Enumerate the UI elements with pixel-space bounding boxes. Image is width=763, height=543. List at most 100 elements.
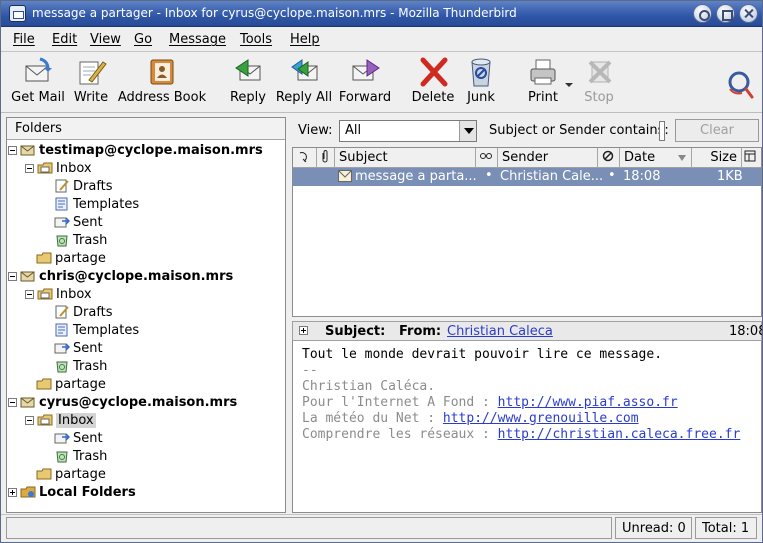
menu-tools[interactable]: Tools — [240, 32, 272, 47]
read-column[interactable] — [476, 148, 498, 168]
menu-go[interactable]: Go — [134, 32, 152, 47]
envelope-icon — [338, 170, 352, 182]
reply-all-button[interactable]: Reply All — [274, 56, 334, 110]
subject-label: Subject: — [325, 324, 386, 339]
clear-button[interactable]: Clear — [675, 119, 759, 142]
expand-header-icon[interactable] — [299, 326, 308, 335]
delete-icon — [420, 57, 448, 87]
sort-descending-icon — [678, 155, 686, 161]
folder-inbox[interactable]: Inbox — [25, 285, 92, 303]
date-column-header[interactable]: Date — [620, 148, 692, 168]
forward-icon — [352, 59, 380, 81]
close-window-button[interactable] — [739, 4, 758, 23]
expand-icon[interactable] — [8, 487, 17, 497]
mail-account-icon — [20, 271, 35, 282]
chevron-down-icon[interactable] — [459, 121, 476, 141]
delete-button[interactable]: Delete — [411, 56, 455, 110]
status-bar: Unread: 0 Total: 1 — [1, 514, 762, 542]
row-junk-dot: • — [608, 168, 616, 183]
signature-link[interactable]: http://christian.caleca.free.fr — [498, 427, 741, 442]
reply-button[interactable]: Reply — [226, 56, 270, 110]
collapse-icon[interactable] — [8, 397, 17, 407]
inbox-icon — [37, 162, 53, 174]
menu-edit[interactable]: Edit — [52, 32, 77, 47]
folder-trash[interactable]: Trash — [54, 231, 107, 249]
folder-trash[interactable]: Trash — [54, 357, 107, 375]
column-picker[interactable] — [742, 148, 761, 168]
total-count: Total: 1 — [695, 517, 757, 539]
menu-view[interactable]: View — [90, 32, 121, 47]
row-subject: message a parta... — [355, 169, 477, 184]
signature-link[interactable]: http://www.piaf.asso.fr — [498, 395, 678, 410]
folder-pane-header: Folders — [7, 118, 285, 140]
signature-separator: -- — [302, 363, 318, 378]
folder-partage[interactable]: partage — [36, 375, 106, 393]
trash-icon — [56, 361, 68, 373]
folder-sent[interactable]: Sent — [54, 213, 103, 231]
address-book-button[interactable]: Address Book — [115, 56, 209, 110]
row-date: 18:08 — [623, 169, 661, 184]
thread-column[interactable] — [293, 148, 317, 168]
read-status-icon — [480, 153, 492, 159]
address-book-icon — [150, 59, 174, 85]
write-button[interactable]: Write — [71, 56, 111, 110]
folder-sent[interactable]: Sent — [54, 339, 103, 357]
folder-templates[interactable]: Templates — [54, 195, 139, 213]
menu-help[interactable]: Help — [290, 32, 320, 47]
folder-partage[interactable]: partage — [36, 249, 106, 267]
from-label: From: — [399, 324, 442, 339]
folder-partage[interactable]: partage — [36, 465, 106, 483]
print-dropdown-chevron-icon[interactable] — [565, 83, 573, 87]
menu-message[interactable]: Message — [169, 32, 226, 47]
maximize-button[interactable] — [716, 4, 735, 23]
stop-icon — [588, 60, 612, 84]
view-label: View: — [298, 123, 333, 138]
folder-inbox[interactable]: Inbox — [25, 411, 96, 429]
subject-column-header[interactable]: Subject — [335, 148, 476, 168]
folder-local-folders[interactable]: Local Folders — [8, 483, 136, 501]
view-select[interactable]: All — [339, 120, 477, 142]
thread-icon — [299, 152, 307, 163]
collapse-icon[interactable] — [25, 289, 34, 299]
stop-button[interactable]: Stop — [579, 56, 619, 110]
junk-column[interactable] — [598, 148, 620, 168]
thread-pane: Subject Sender Date Size message a parta… — [292, 147, 762, 317]
folder-icon — [36, 252, 52, 264]
folder-trash[interactable]: Trash — [54, 447, 107, 465]
signature-link[interactable]: http://www.grenouille.com — [443, 411, 639, 426]
signature-line: La météo du Net : http://www.grenouille.… — [302, 411, 639, 426]
size-column-header[interactable]: Size — [692, 148, 742, 168]
menu-bar: File Edit View Go Message Tools Help — [1, 28, 762, 52]
collapse-icon[interactable] — [8, 271, 17, 281]
collapse-icon[interactable] — [25, 163, 34, 173]
search-input[interactable] — [659, 121, 665, 141]
folder-inbox[interactable]: Inbox — [25, 159, 92, 177]
folder-sent[interactable]: Sent — [54, 429, 103, 447]
from-link[interactable]: Christian Caleca — [447, 324, 553, 339]
trash-icon — [56, 451, 68, 463]
title-bar: message a partager - Inbox for cyrus@cyc… — [1, 1, 762, 27]
collapse-icon[interactable] — [8, 145, 17, 155]
folder-drafts[interactable]: Drafts — [54, 303, 113, 321]
junk-button[interactable]: Junk — [461, 56, 501, 110]
forward-button[interactable]: Forward — [338, 56, 392, 110]
signature-name: Christian Caléca. — [302, 379, 436, 394]
print-button[interactable]: Print — [521, 56, 565, 110]
templates-icon — [55, 197, 68, 211]
minimize-button[interactable] — [693, 4, 712, 23]
get-mail-button[interactable]: Get Mail — [9, 56, 67, 110]
menu-file[interactable]: File — [13, 32, 35, 47]
folder-account[interactable]: testimap@cyclope.maison.mrs — [8, 141, 263, 159]
pane-splitter[interactable] — [287, 117, 291, 513]
drafts-icon — [55, 305, 69, 319]
table-row[interactable]: message a parta... • Christian Cale... •… — [293, 168, 761, 186]
folder-account[interactable]: chris@cyclope.maison.mrs — [8, 267, 233, 285]
reply-all-icon — [291, 59, 318, 81]
main-toolbar: Get Mail Write Address Book Reply Reply … — [1, 53, 762, 113]
sender-column-header[interactable]: Sender — [498, 148, 598, 168]
folder-drafts[interactable]: Drafts — [54, 177, 113, 195]
attachment-column[interactable] — [317, 148, 335, 168]
folder-templates[interactable]: Templates — [54, 321, 139, 339]
collapse-icon[interactable] — [25, 415, 34, 425]
folder-account[interactable]: cyrus@cyclope.maison.mrs — [8, 393, 237, 411]
